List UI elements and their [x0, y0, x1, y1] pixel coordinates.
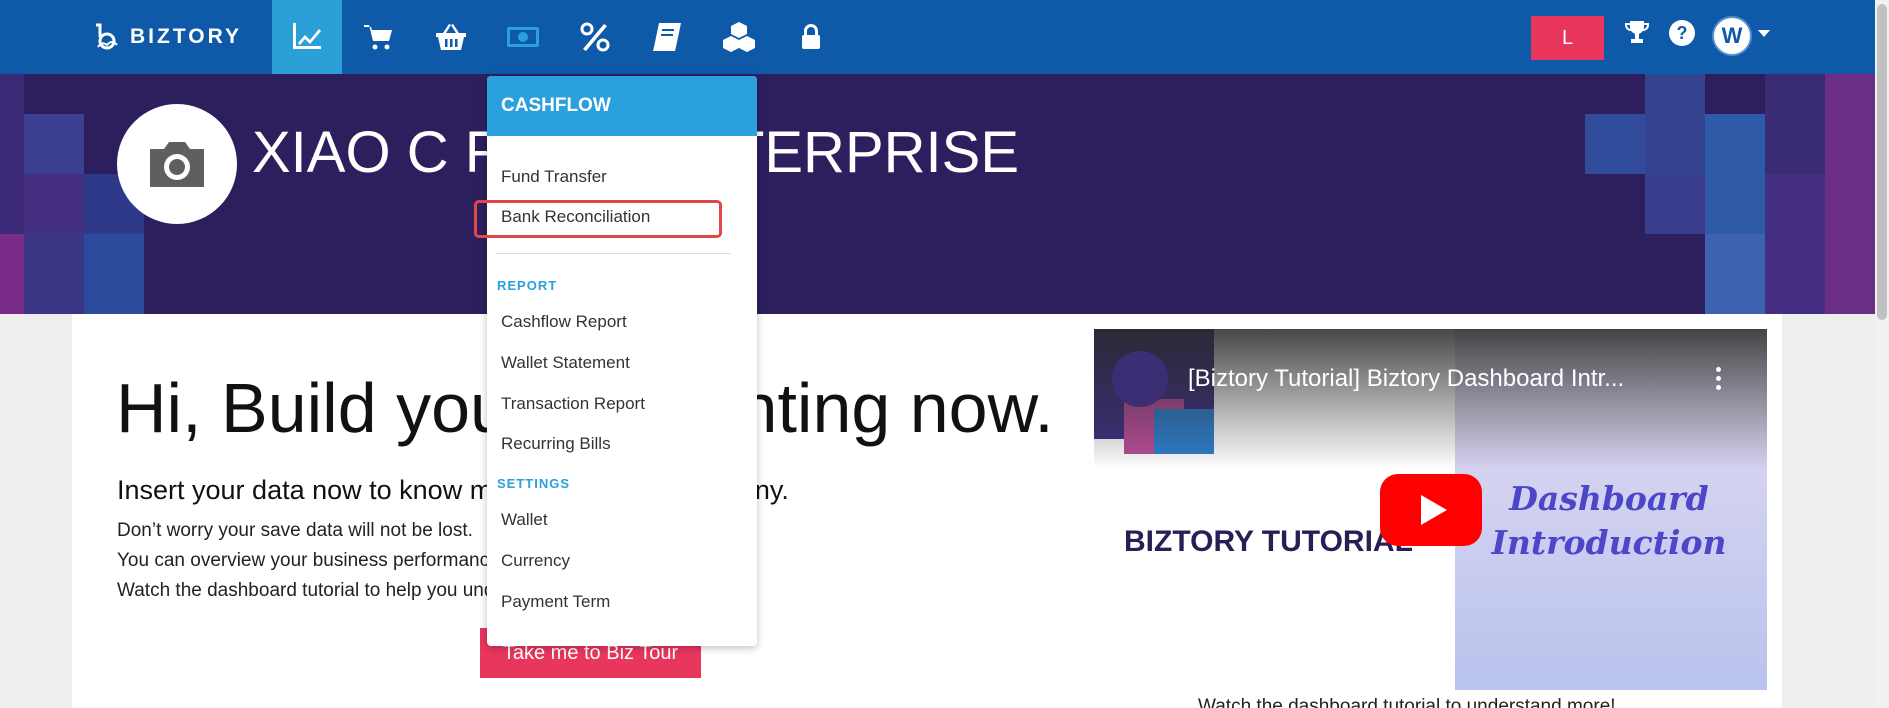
trophy-icon [1625, 21, 1649, 43]
nav-security[interactable] [776, 0, 846, 74]
dropdown-header: CASHFLOW [487, 76, 757, 136]
menu-item-wallet-statement[interactable]: Wallet Statement [501, 353, 630, 373]
scrollbar-thumb[interactable] [1877, 4, 1887, 320]
decorative-tile [0, 234, 24, 314]
top-navbar: BIZTORY L ? W [0, 0, 1875, 74]
menu-item-wallet[interactable]: Wallet [501, 510, 548, 530]
menu-item-currency[interactable]: Currency [501, 551, 570, 571]
highlight-box [474, 200, 722, 238]
percent-icon [580, 22, 610, 52]
video-title-overlay [1094, 329, 1767, 469]
channel-avatar[interactable] [1112, 351, 1168, 407]
user-badge[interactable]: L [1531, 16, 1604, 60]
video-right-text: Dashboard Introduction [1479, 477, 1739, 565]
video-title[interactable]: [Biztory Tutorial] Biztory Dashboard Int… [1188, 365, 1678, 393]
decorative-tile [1765, 74, 1825, 174]
play-icon [1421, 495, 1447, 525]
biztory-logo-icon [96, 23, 118, 50]
menu-item-recurring-bills[interactable]: Recurring Bills [501, 434, 611, 454]
brand-logo[interactable]: BIZTORY [92, 20, 242, 54]
question-circle-icon: ? [1669, 20, 1695, 46]
info-line: Don’t worry your save data will not be l… [117, 520, 473, 541]
book-icon [653, 23, 681, 51]
chart-line-icon [293, 23, 321, 49]
money-bill-icon [507, 27, 539, 47]
menu-item-cashflow-report[interactable]: Cashflow Report [501, 312, 627, 332]
nav-purchases[interactable] [416, 0, 486, 74]
chevron-down-icon[interactable] [1758, 30, 1770, 37]
section-label-report: REPORT [497, 278, 558, 293]
video-left-text: BIZTORY TUTORIAL [1124, 525, 1413, 558]
nav-dashboard[interactable] [272, 0, 342, 74]
video-caption: Watch the dashboard tutorial to understa… [1198, 696, 1616, 708]
cashflow-dropdown: CASHFLOW Fund Transfer Bank Reconciliati… [487, 76, 757, 646]
decorative-tile [1585, 114, 1645, 174]
decorative-tile [24, 114, 84, 174]
basket-icon [436, 24, 466, 50]
camera-icon [150, 142, 204, 187]
hero-banner: XIAO C FOOD ENTERPRISE [0, 74, 1875, 314]
svg-text:?: ? [1677, 23, 1688, 43]
nav-cashflow[interactable] [488, 0, 558, 74]
video-right-line: Introduction [1491, 523, 1727, 562]
decorative-tile [1705, 114, 1765, 234]
decorative-tile [1765, 174, 1825, 314]
play-button[interactable] [1380, 474, 1482, 546]
nav-tax[interactable] [560, 0, 630, 74]
decorative-tile [1645, 74, 1705, 174]
more-vert-icon[interactable] [1708, 367, 1728, 393]
decorative-tile [1705, 234, 1765, 314]
decorative-tile [84, 234, 144, 314]
brand-name: BIZTORY [130, 25, 243, 48]
menu-item-fund-transfer[interactable]: Fund Transfer [501, 167, 607, 187]
decorative-tile [24, 174, 84, 234]
tutorial-video[interactable]: [Biztory Tutorial] Biztory Dashboard Int… [1094, 329, 1767, 690]
nav-inventory[interactable] [704, 0, 774, 74]
decorative-tile [24, 234, 84, 314]
lock-icon [802, 24, 820, 49]
dropdown-divider [495, 253, 731, 254]
menu-item-transaction-report[interactable]: Transaction Report [501, 394, 645, 414]
menu-item-payment-term[interactable]: Payment Term [501, 592, 610, 612]
section-label-settings: SETTINGS [497, 476, 571, 491]
shopping-cart-icon [364, 25, 392, 50]
company-logo-upload[interactable] [117, 104, 237, 224]
user-avatar[interactable]: W [1712, 16, 1752, 56]
video-right-line: Dashboard [1509, 479, 1709, 518]
nav-sales[interactable] [344, 0, 414, 74]
help-button[interactable]: ? [1665, 16, 1699, 50]
nav-accounting[interactable] [632, 0, 702, 74]
page-scrollbar[interactable] [1875, 0, 1889, 708]
decorative-tile [1825, 74, 1875, 314]
achievements-button[interactable] [1620, 16, 1654, 50]
decorative-tile [1645, 174, 1705, 234]
cubes-icon [723, 22, 755, 52]
